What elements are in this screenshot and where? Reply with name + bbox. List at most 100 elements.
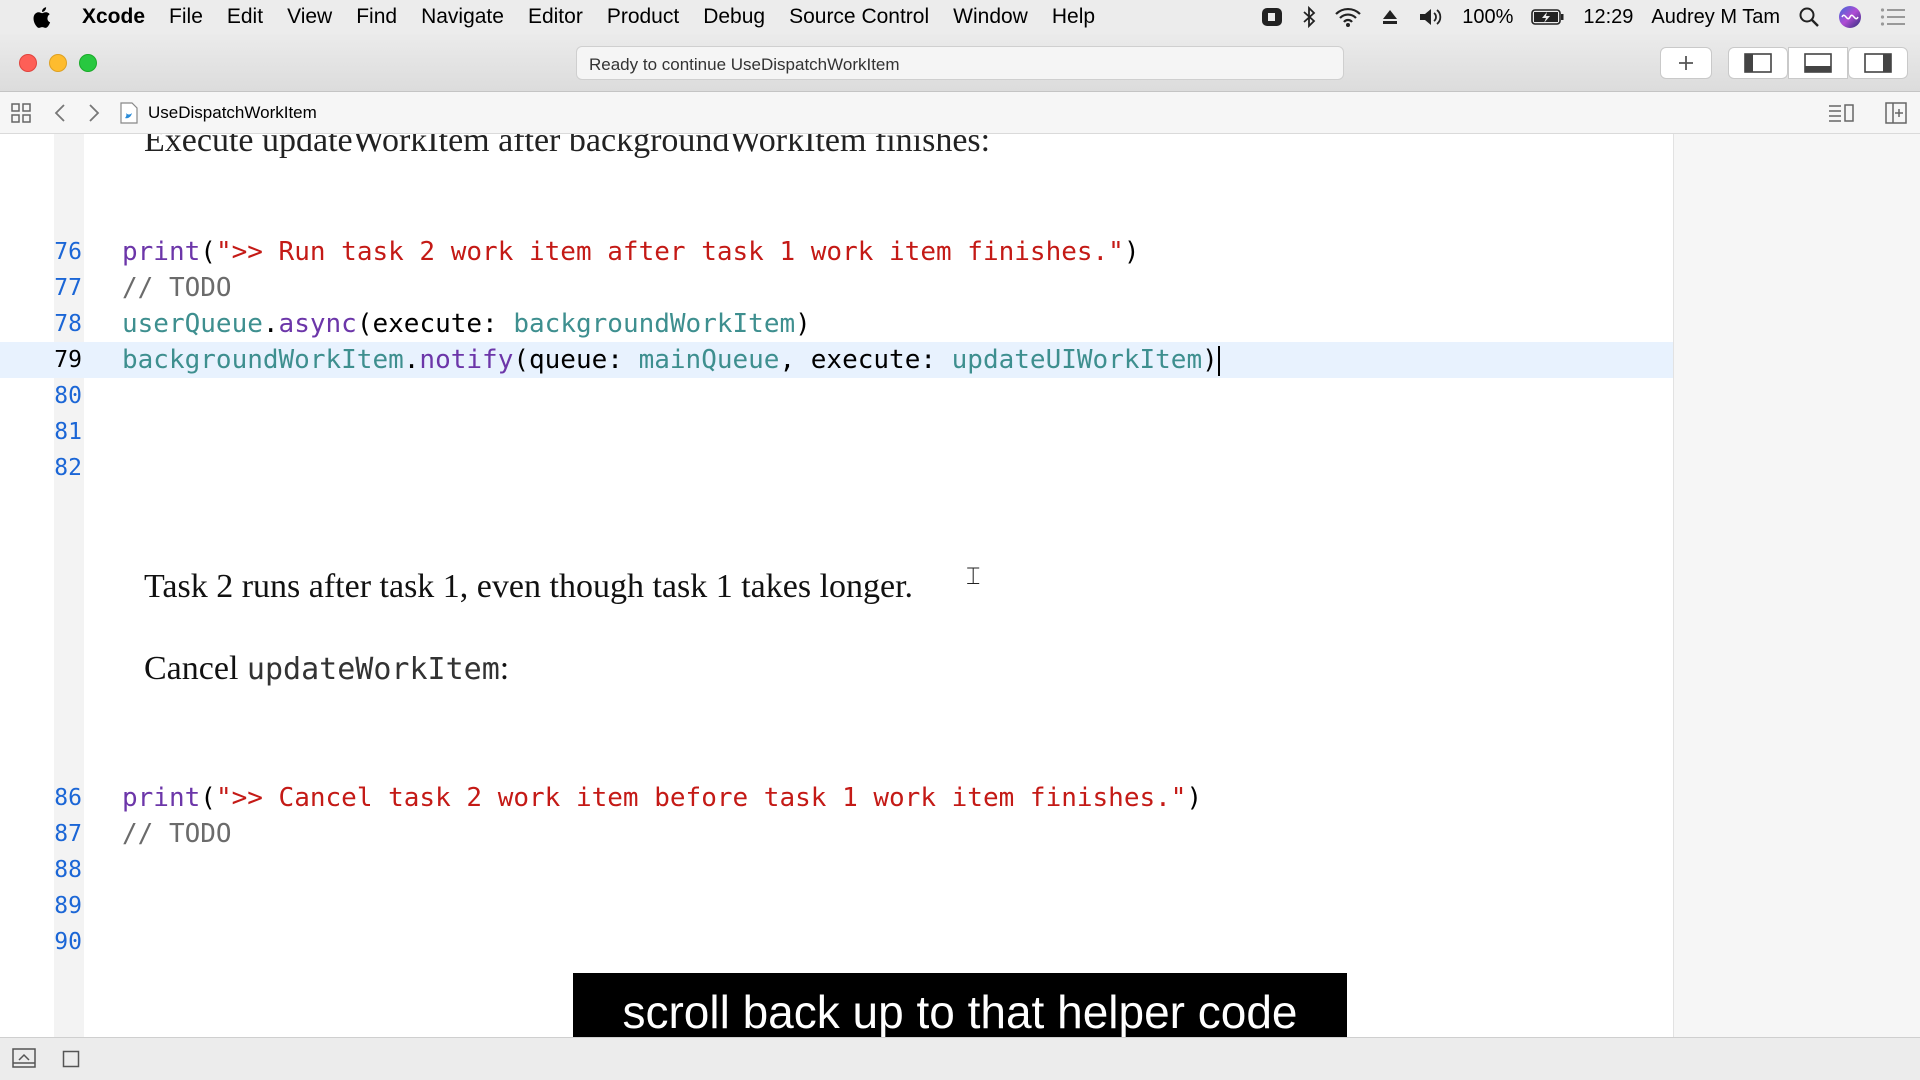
code-token: mainQueue [638, 345, 780, 375]
toggle-debug-area-button[interactable] [1788, 47, 1848, 79]
code-token: . [262, 309, 279, 339]
editor-options-icon[interactable] [1826, 92, 1856, 134]
minimize-window-button[interactable] [49, 54, 67, 72]
menu-file[interactable]: File [157, 5, 215, 29]
related-items-icon[interactable] [8, 92, 34, 134]
notification-center-icon[interactable] [1871, 7, 1920, 27]
code-text: print(">> Cancel task 2 work item before… [122, 780, 1202, 816]
line-number: 81 [54, 419, 82, 445]
line-number: 77 [54, 275, 82, 301]
breadcrumb-file-label: UseDispatchWorkItem [148, 103, 317, 122]
code-token: async [278, 309, 357, 339]
menu-source-control[interactable]: Source Control [777, 5, 941, 29]
inline-code: updateWorkItem [246, 652, 500, 687]
code-line[interactable]: 89 [0, 888, 1673, 924]
line-number: 88 [54, 857, 82, 883]
text-caret [1217, 345, 1220, 376]
code-line[interactable]: 81 [0, 414, 1673, 450]
line-number: 87 [54, 821, 82, 847]
zoom-window-button[interactable] [79, 54, 97, 72]
code-line[interactable]: 80 [0, 378, 1673, 414]
bottom-panel-icon [1804, 53, 1832, 73]
code-token: (execute: [356, 309, 514, 339]
prose-cut-heading: Execute updateWorkItem after backgroundW… [144, 134, 990, 160]
line-number: 78 [54, 311, 82, 337]
code-token: ) [1123, 237, 1140, 267]
code-token: ">> Cancel task 2 work item before task … [215, 783, 1187, 813]
menu-app-name[interactable]: Xcode [82, 5, 157, 29]
siri-icon[interactable] [1829, 5, 1871, 29]
toggle-navigator-button[interactable] [1728, 47, 1788, 79]
debug-bar [0, 1037, 1920, 1080]
code-line[interactable]: 86 print(">> Cancel task 2 work item bef… [0, 780, 1673, 816]
left-panel-icon [1744, 53, 1772, 73]
code-text: print(">> Run task 2 work item after tas… [122, 234, 1140, 270]
code-token: print [122, 237, 201, 267]
library-button[interactable] [1660, 47, 1712, 79]
prose-text: Task 2 runs after task 1, even though ta… [144, 568, 914, 605]
menu-edit[interactable]: Edit [215, 5, 275, 29]
code-line[interactable]: 90 [0, 924, 1673, 960]
add-editor-icon[interactable] [1882, 92, 1910, 134]
code-editor[interactable]: Execute updateWorkItem after backgroundW… [0, 134, 1673, 1037]
line-number: 90 [54, 929, 82, 955]
code-token: ( [200, 237, 216, 267]
right-panel-icon [1864, 53, 1892, 73]
activity-status-text: Ready to continue UseDispatchWorkItem [589, 55, 900, 74]
code-line[interactable]: 78 userQueue.async(execute: backgroundWo… [0, 306, 1673, 342]
menu-debug[interactable]: Debug [691, 5, 777, 29]
subtitle-text: scroll back up to that helper code [622, 986, 1298, 1038]
clock[interactable]: 12:29 [1574, 6, 1642, 29]
code-token: notify [419, 345, 514, 375]
menu-find[interactable]: Find [344, 5, 409, 29]
volume-icon[interactable] [1409, 6, 1453, 28]
code-token: userQueue [122, 309, 263, 339]
bluetooth-icon[interactable] [1293, 5, 1325, 29]
back-chevron-icon[interactable] [48, 92, 72, 134]
spotlight-search-icon[interactable] [1789, 6, 1829, 28]
code-token: . [403, 345, 420, 375]
code-token: backgroundWorkItem [122, 345, 404, 375]
menu-bar: Xcode File Edit View Find Navigate Edito… [0, 0, 1920, 34]
code-text: // TODO [122, 270, 232, 306]
stop-playground-icon[interactable] [62, 1050, 80, 1073]
forward-chevron-icon[interactable] [82, 92, 106, 134]
line-number: 82 [54, 455, 82, 481]
apple-menu-icon[interactable] [0, 6, 82, 29]
code-token: , execute: [779, 345, 952, 375]
breadcrumb-file[interactable]: UseDispatchWorkItem [148, 92, 317, 134]
menu-help[interactable]: Help [1040, 5, 1107, 29]
code-token: updateUIWorkItem [951, 345, 1203, 375]
menu-navigate[interactable]: Navigate [409, 5, 516, 29]
show-debug-area-icon[interactable] [12, 1048, 36, 1073]
screen-record-icon[interactable] [1251, 5, 1293, 29]
prose-text: Cancel [144, 650, 247, 687]
wifi-icon[interactable] [1325, 6, 1371, 28]
line-number: 80 [54, 383, 82, 409]
code-line[interactable]: 82 [0, 450, 1673, 486]
editor-minimap-area [1673, 134, 1920, 1037]
battery-icon[interactable] [1522, 7, 1574, 27]
menu-product[interactable]: Product [595, 5, 691, 29]
code-token: (queue: [513, 345, 639, 375]
prose-paragraph: Task 2 runs after task 1, even though ta… [144, 568, 913, 606]
code-line[interactable]: 77 // TODO [0, 270, 1673, 306]
close-window-button[interactable] [19, 54, 37, 72]
code-token: print [122, 783, 201, 813]
menu-view[interactable]: View [275, 5, 344, 29]
line-number: 79 [54, 347, 82, 373]
code-token: ) [795, 309, 811, 339]
code-line[interactable]: 88 [0, 852, 1673, 888]
code-line[interactable]: 76 print(">> Run task 2 work item after … [0, 234, 1673, 270]
user-name[interactable]: Audrey M Tam [1642, 6, 1789, 29]
battery-percent: 100% [1462, 5, 1514, 28]
window-toolbar: Ready to continue UseDispatchWorkItem [0, 34, 1920, 92]
prose-cut-text: Execute updateWorkItem after backgroundW… [144, 134, 991, 159]
toggle-inspector-button[interactable] [1848, 47, 1908, 79]
code-line-current[interactable]: 79 backgroundWorkItem.notify(queue: main… [0, 342, 1673, 378]
eject-icon[interactable] [1371, 7, 1409, 27]
menu-window[interactable]: Window [941, 5, 1040, 29]
code-line[interactable]: 87 // TODO [0, 816, 1673, 852]
menu-editor[interactable]: Editor [516, 5, 595, 29]
code-token: // TODO [122, 273, 232, 303]
